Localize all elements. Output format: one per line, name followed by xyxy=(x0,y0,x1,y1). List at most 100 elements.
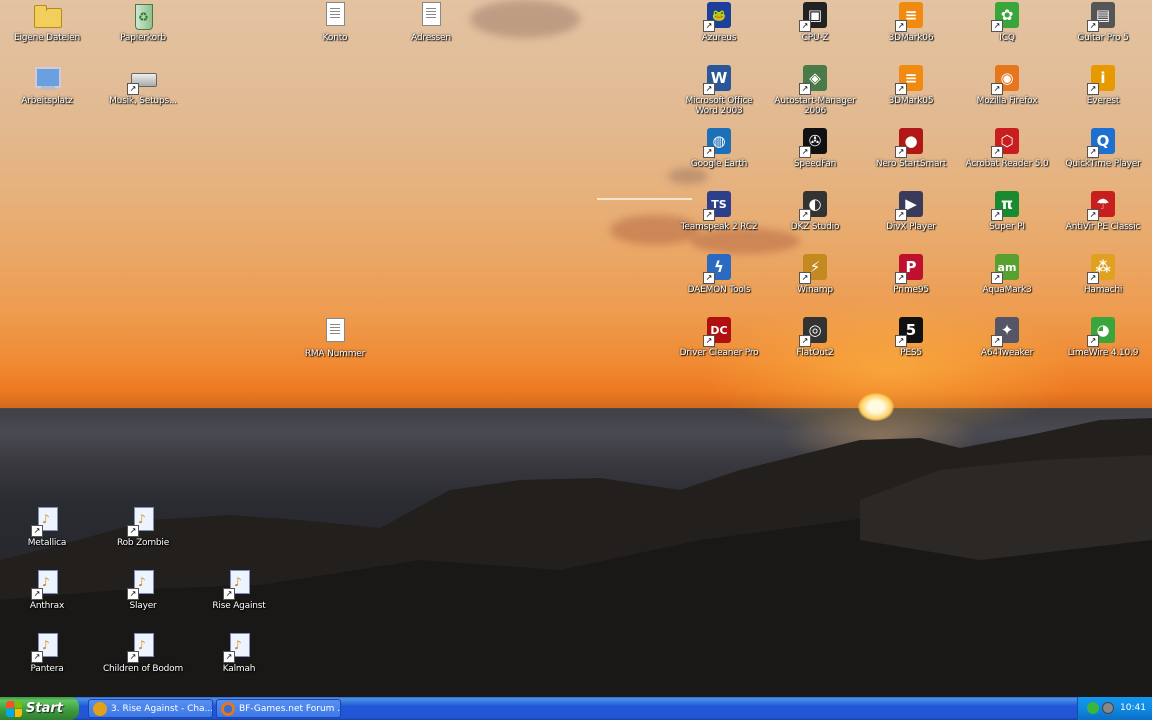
desktop-icon-label: Hamachi xyxy=(1083,285,1123,295)
music-playlist-icon: ↗ xyxy=(31,568,63,600)
desktop-icon-google-earth[interactable]: ◍ ↗ Google Earth xyxy=(674,126,764,169)
desktop-icon-teamspeak-2-rc2[interactable]: TS ↗ Teamspeak 2 RC2 xyxy=(674,189,764,232)
desktop-icon-3dmark05[interactable]: ≡ ↗ 3DMark05 xyxy=(866,63,956,106)
desktop-icon-label: Everest xyxy=(1086,96,1120,106)
desktop-icon-aquamark3[interactable]: am ↗ AquaMark3 xyxy=(962,252,1052,295)
desktop-icon-slayer[interactable]: ↗Slayer xyxy=(98,568,188,611)
music-playlist-icon: ↗ xyxy=(127,505,159,537)
desktop-icon-kalmah[interactable]: ↗Kalmah xyxy=(194,631,284,674)
guitar-pro-icon: ▤ ↗ xyxy=(1087,0,1119,32)
desktop-icon-label: A64Tweaker xyxy=(980,348,1034,358)
desktop-icon-musik-setups[interactable]: ↗ Musik, Setups... xyxy=(98,63,188,106)
desktop-icon-azureus[interactable]: 🐸 ↗ Azureus xyxy=(674,0,764,43)
desktop-icon-label: 3DMark05 xyxy=(888,96,934,106)
taskbar-button-winamp[interactable]: 3. Rise Against - Cha... xyxy=(88,699,213,718)
desktop-icon-winamp[interactable]: ⚡ ↗ Winamp xyxy=(770,252,860,295)
daemon-tools-icon: ϟ ↗ xyxy=(703,252,735,284)
teamspeak-icon: TS ↗ xyxy=(703,189,735,221)
limewire-icon: ◕ ↗ xyxy=(1087,315,1119,347)
desktop-icon-label: SpeedFan xyxy=(793,159,837,169)
desktop-icon-everest[interactable]: i ↗ Everest xyxy=(1058,63,1148,106)
clock[interactable]: 10:41 xyxy=(1120,697,1146,720)
desktop-icon-rob-zombie[interactable]: ↗Rob Zombie xyxy=(98,505,188,548)
desktop-icon-anthrax[interactable]: ↗Anthrax xyxy=(2,568,92,611)
windows-logo-icon xyxy=(6,700,22,717)
speedfan-icon: ✇ ↗ xyxy=(799,126,831,158)
desktop-icon-label: DAEMON Tools xyxy=(687,285,751,295)
desktop-icon-pantera[interactable]: ↗Pantera xyxy=(2,631,92,674)
desktop-icon-label: Musik, Setups... xyxy=(109,96,177,106)
desktop-icon-3dmark06[interactable]: ≡ ↗ 3DMark06 xyxy=(866,0,956,43)
desktop-icon-daemon-tools[interactable]: ϟ ↗ DAEMON Tools xyxy=(674,252,764,295)
tray-network-icon[interactable] xyxy=(1087,702,1099,714)
desktop-icon-label: ICQ xyxy=(999,33,1015,43)
desktop-icon-dkz-studio[interactable]: ◐ ↗ DKZ Studio xyxy=(770,189,860,232)
desktop-icon-mozilla-firefox[interactable]: ◉ ↗ Mozilla Firefox xyxy=(962,63,1052,106)
desktop-icon-label: Adressen xyxy=(411,33,451,43)
hamachi-icon: ⁂ ↗ xyxy=(1087,252,1119,284)
azureus-frog-icon: 🐸 ↗ xyxy=(703,0,735,32)
music-playlist-icon: ↗ xyxy=(223,568,255,600)
firefox-icon: ◉ ↗ xyxy=(991,63,1023,95)
desktop-icon-limewire-4-10-9[interactable]: ◕ ↗ LimeWire 4.10.9 xyxy=(1058,315,1148,358)
desktop-icon-eigene-dateien[interactable]: Eigene Dateien xyxy=(2,0,92,43)
desktop-icon-hamachi[interactable]: ⁂ ↗ Hamachi xyxy=(1058,252,1148,295)
desktop-icon-super-pi[interactable]: π ↗ Super PI xyxy=(962,189,1052,232)
driver-cleaner-icon: DC ↗ xyxy=(703,315,735,347)
desktop-icon-microsoft-office-word-2003[interactable]: W ↗ Microsoft Office Word 2003 xyxy=(674,63,764,116)
cpu-chip-icon: ▣ ↗ xyxy=(799,0,831,32)
desktop-icon-divx-player[interactable]: ▶ ↗ DivX Player xyxy=(866,189,956,232)
autostart-manager-icon: ◈ ↗ xyxy=(799,63,831,95)
acrobat-icon: ⬡ ↗ xyxy=(991,126,1023,158)
text-document-icon xyxy=(319,0,351,32)
super-pi-icon: π ↗ xyxy=(991,189,1023,221)
desktop-icon-label: CPU-Z xyxy=(801,33,829,43)
desktop-icon-children-of-bodom[interactable]: ↗Children of Bodom xyxy=(98,631,188,674)
desktop-icon-label: Azureus xyxy=(701,33,737,43)
desktop-icon-label: Children of Bodom xyxy=(102,664,184,674)
desktop-icon-metallica[interactable]: ↗Metallica xyxy=(2,505,92,548)
desktop-icon-label: 3DMark06 xyxy=(888,33,934,43)
desktop-icon-label: PES5 xyxy=(900,348,922,358)
desktop-icon-flatout2[interactable]: ◎ ↗ FlatOut2 xyxy=(770,315,860,358)
desktop-icon-papierkorb[interactable]: ♻ Papierkorb xyxy=(98,0,188,43)
desktop-icon-rma-nummer[interactable]: RMA Nummer xyxy=(290,316,380,359)
task-label: 3. Rise Against - Cha... xyxy=(111,704,213,714)
desktop-icon-acrobat-reader-5-0[interactable]: ⬡ ↗ Acrobat Reader 5.0 xyxy=(962,126,1052,169)
text-document-icon xyxy=(415,0,447,32)
desktop-icon-a64tweaker[interactable]: ✦ ↗ A64Tweaker xyxy=(962,315,1052,358)
desktop-icon-rise-against[interactable]: ↗Rise Against xyxy=(194,568,284,611)
desktop-icon-autostart-manager-2006[interactable]: ◈ ↗ Autostart-Manager 2006 xyxy=(770,63,860,116)
music-playlist-icon: ↗ xyxy=(127,568,159,600)
desktop-icon-speedfan[interactable]: ✇ ↗ SpeedFan xyxy=(770,126,860,169)
desktop-icon-label: Pantera xyxy=(30,664,64,674)
desktop-icon-prime95[interactable]: P ↗ Prime95 xyxy=(866,252,956,295)
desktop-icon-konto[interactable]: Konto xyxy=(290,0,380,43)
desktop-icon-label: Mozilla Firefox xyxy=(976,96,1038,106)
desktop-icon-label: DivX Player xyxy=(886,222,936,232)
everest-info-icon: i ↗ xyxy=(1087,63,1119,95)
desktop-icon-pes5[interactable]: 5 ↗ PES5 xyxy=(866,315,956,358)
taskbar: Start 3. Rise Against - Cha... BF-Games.… xyxy=(0,697,1152,720)
taskbar-button-firefox[interactable]: BF-Games.net Forum ... xyxy=(216,699,341,718)
my-computer-icon xyxy=(31,63,63,95)
desktop-icon-label: AquaMark3 xyxy=(982,285,1032,295)
desktop-icon-label: LimeWire 4.10.9 xyxy=(1067,348,1139,358)
desktop-icon-guitar-pro-5[interactable]: ▤ ↗ Guitar Pro 5 xyxy=(1058,0,1148,43)
desktop-icon-arbeitsplatz[interactable]: Arbeitsplatz xyxy=(2,63,92,106)
desktop-icon-cpu-z[interactable]: ▣ ↗ CPU-Z xyxy=(770,0,860,43)
desktop-icon-nero-startsmart[interactable]: ● ↗ Nero StartSmart xyxy=(866,126,956,169)
tray-app-icon[interactable] xyxy=(1102,702,1114,714)
desktop-icon-label: Google Earth xyxy=(690,159,748,169)
desktop-icon-driver-cleaner-pro[interactable]: DC ↗ Driver Cleaner Pro xyxy=(674,315,764,358)
desktop-icon-antivir-pe-classic[interactable]: ☂ ↗ AntiVir PE Classic xyxy=(1058,189,1148,232)
desktop-icon-icq[interactable]: ✿ ↗ ICQ xyxy=(962,0,1052,43)
start-button[interactable]: Start xyxy=(0,697,79,720)
text-document-icon xyxy=(319,316,351,348)
pes5-icon: 5 ↗ xyxy=(895,315,927,347)
desktop-icon-label: Papierkorb xyxy=(120,33,166,43)
desktop-icon-quicktime-player[interactable]: Q ↗ QuickTime Player xyxy=(1058,126,1148,169)
desktop-icon-label: Driver Cleaner Pro xyxy=(679,348,759,358)
desktop-icon-adressen[interactable]: Adressen xyxy=(386,0,476,43)
start-label: Start xyxy=(26,701,63,716)
